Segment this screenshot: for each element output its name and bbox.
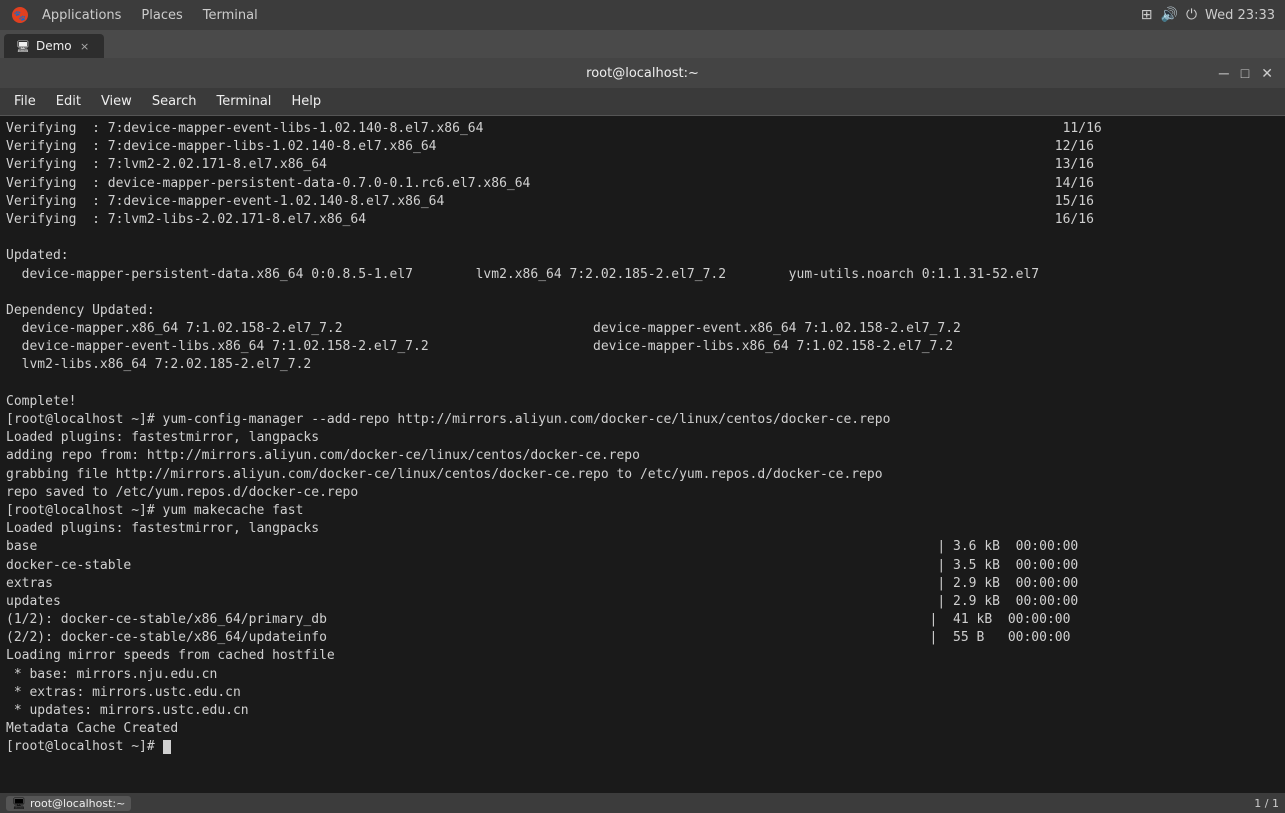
taskbar-terminal-label: root@localhost:~ [30, 797, 125, 810]
terminal-line: base | 3.6 kB 00:00:00 [6, 539, 1078, 554]
tab-close-button[interactable]: × [78, 39, 92, 53]
menu-view[interactable]: View [91, 92, 142, 111]
places-menu[interactable]: Places [133, 6, 190, 25]
terminal-line: Complete! [6, 394, 76, 409]
terminal-content[interactable]: Verifying : 7:device-mapper-event-libs-1… [0, 116, 1285, 793]
terminal-line: Loaded plugins: fastestmirror, langpacks [6, 521, 319, 536]
taskbar-terminal-icon: 🖥 [12, 797, 26, 810]
system-bar: 🐾 Applications Places Terminal ⊞ 🔊 ⏻ Wed… [0, 0, 1285, 30]
terminal-line: lvm2-libs.x86_64 7:2.02.185-2.el7_7.2 [6, 357, 311, 372]
terminal-title-bar: root@localhost:~ ─ □ ✕ [0, 58, 1285, 88]
terminal-title: root@localhost:~ [586, 66, 699, 81]
system-bar-left: 🐾 Applications Places Terminal [10, 5, 266, 25]
sound-icon[interactable]: 🔊 [1161, 7, 1178, 23]
terminal-line: Verifying : 7:device-mapper-event-1.02.1… [6, 194, 1094, 209]
taskbar: 🖥 root@localhost:~ [6, 796, 131, 811]
terminal-window: root@localhost:~ ─ □ ✕ File Edit View Se… [0, 58, 1285, 793]
display-icon[interactable]: ⊞ [1141, 7, 1153, 23]
terminal-line: Metadata Cache Created [6, 721, 178, 736]
terminal-line: Verifying : 7:device-mapper-libs-1.02.14… [6, 139, 1094, 154]
terminal-window-buttons: ─ □ ✕ [1215, 65, 1277, 82]
page-info: 1 / 1 [1254, 797, 1279, 810]
maximize-button[interactable]: □ [1237, 65, 1253, 82]
minimize-button[interactable]: ─ [1215, 65, 1233, 82]
gnome-icon: 🐾 [10, 5, 30, 25]
terminal-line: Updated: [6, 248, 69, 263]
terminal-line: device-mapper.x86_64 7:1.02.158-2.el7_7.… [6, 321, 961, 336]
terminal-line: [root@localhost ~]# yum-config-manager -… [6, 412, 890, 427]
terminal-line: * updates: mirrors.ustc.edu.cn [6, 703, 249, 718]
menu-search[interactable]: Search [142, 92, 207, 111]
terminal-line: extras | 2.9 kB 00:00:00 [6, 576, 1078, 591]
terminal-line: Verifying : device-mapper-persistent-dat… [6, 176, 1094, 191]
terminal-menu[interactable]: Terminal [195, 6, 266, 25]
svg-text:🐾: 🐾 [14, 10, 26, 22]
clock: Wed 23:33 [1205, 8, 1275, 23]
terminal-menu-bar: File Edit View Search Terminal Help [0, 88, 1285, 116]
cursor [163, 740, 171, 754]
menu-terminal[interactable]: Terminal [206, 92, 281, 111]
terminal-line: device-mapper-event-libs.x86_64 7:1.02.1… [6, 339, 953, 354]
power-icon[interactable]: ⏻ [1186, 7, 1197, 23]
tab-icon: 🖥 [16, 40, 30, 53]
demo-tab[interactable]: 🖥 Demo × [4, 34, 104, 58]
terminal-line: Loaded plugins: fastestmirror, langpacks [6, 430, 319, 445]
close-button[interactable]: ✕ [1257, 65, 1277, 82]
terminal-line: device-mapper-persistent-data.x86_64 0:0… [6, 267, 1039, 282]
terminal-line: [root@localhost ~]# [6, 739, 171, 754]
terminal-line: docker-ce-stable | 3.5 kB 00:00:00 [6, 558, 1078, 573]
terminal-line: (2/2): docker-ce-stable/x86_64/updateinf… [6, 630, 1070, 645]
terminal-line: (1/2): docker-ce-stable/x86_64/primary_d… [6, 612, 1070, 627]
terminal-line: repo saved to /etc/yum.repos.d/docker-ce… [6, 485, 358, 500]
system-bar-right: ⊞ 🔊 ⏻ Wed 23:33 [1141, 7, 1275, 23]
terminal-line: grabbing file http://mirrors.aliyun.com/… [6, 467, 883, 482]
tab-label: Demo [36, 39, 72, 53]
tab-bar: 🖥 Demo × [0, 30, 1285, 58]
menu-help[interactable]: Help [281, 92, 331, 111]
taskbar-terminal[interactable]: 🖥 root@localhost:~ [6, 796, 131, 811]
terminal-line: adding repo from: http://mirrors.aliyun.… [6, 448, 640, 463]
terminal-line: * extras: mirrors.ustc.edu.cn [6, 685, 241, 700]
terminal-line: * base: mirrors.nju.edu.cn [6, 667, 217, 682]
terminal-line: Verifying : 7:lvm2-libs-2.02.171-8.el7.x… [6, 212, 1094, 227]
terminal-line: Dependency Updated: [6, 303, 155, 318]
bottom-bar: 🖥 root@localhost:~ 1 / 1 [0, 793, 1285, 813]
menu-edit[interactable]: Edit [46, 92, 91, 111]
menu-file[interactable]: File [4, 92, 46, 111]
terminal-line: [root@localhost ~]# yum makecache fast [6, 503, 303, 518]
terminal-line: Verifying : 7:device-mapper-event-libs-1… [6, 121, 1102, 136]
terminal-line: updates | 2.9 kB 00:00:00 [6, 594, 1078, 609]
terminal-line: Loading mirror speeds from cached hostfi… [6, 648, 335, 663]
applications-menu[interactable]: Applications [34, 6, 129, 25]
terminal-line: Verifying : 7:lvm2-2.02.171-8.el7.x86_64… [6, 157, 1094, 172]
